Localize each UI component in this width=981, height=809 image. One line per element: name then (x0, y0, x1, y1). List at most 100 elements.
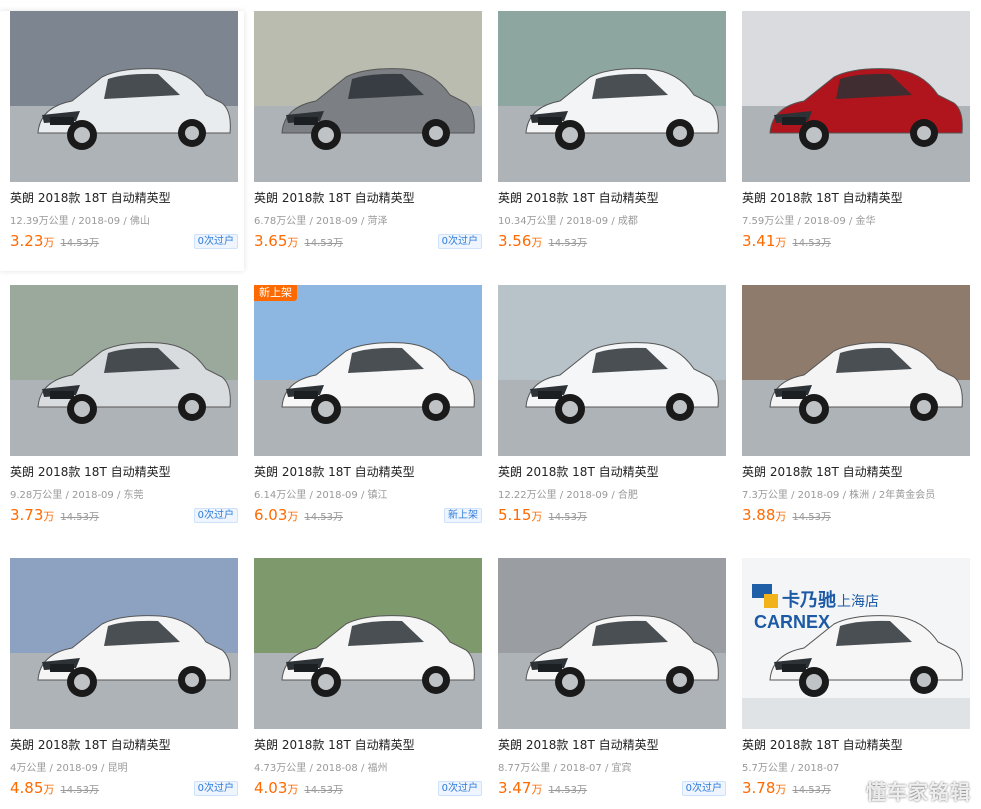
price-unit: 万 (43, 510, 55, 523)
original-price: 14.53万 (792, 785, 832, 796)
listing-title[interactable]: 英朗 2018款 18T 自动精英型 (10, 463, 238, 480)
listing-meta: 6.14万公里 / 2018-09 / 镇江 (254, 490, 388, 501)
price: 5.15 (498, 506, 532, 524)
listing-card[interactable]: 英朗 2018款 18T 自动精英型 10.34万公里 / 2018-09 / … (488, 11, 732, 261)
listing-meta: 4.73万公里 / 2018-08 / 福州 (254, 763, 388, 774)
listing-card[interactable]: 英朗 2018款 18T 自动精英型 4万公里 / 2018-09 / 昆明 4… (0, 558, 244, 808)
car-photo[interactable]: 卡乃驰 上海店 CARNEX (742, 558, 970, 729)
listing-title[interactable]: 英朗 2018款 18T 自动精英型 (10, 736, 238, 753)
price-row: 3.65万 14.53万 0次过户 (254, 231, 482, 251)
car-photo[interactable] (742, 285, 970, 456)
price-row: 3.88万 14.53万 (742, 505, 970, 525)
original-price: 14.53万 (792, 238, 832, 249)
listing-card[interactable]: 英朗 2018款 18T 自动精英型 9.28万公里 / 2018-09 / 东… (0, 285, 244, 535)
car-photo[interactable] (254, 11, 482, 182)
status-badge: 0次过户 (193, 781, 238, 796)
status-badge: 0次过户 (193, 508, 238, 523)
car-photo[interactable] (498, 11, 726, 182)
original-price: 14.53万 (304, 512, 344, 523)
listing-card[interactable]: 英朗 2018款 18T 自动精英型 7.3万公里 / 2018-09 / 株洲… (732, 285, 976, 535)
original-price: 14.53万 (304, 238, 344, 249)
listing-title[interactable]: 英朗 2018款 18T 自动精英型 (498, 736, 726, 753)
price-row: 6.03万 14.53万 新上架 (254, 505, 482, 525)
watermark: 懂车家铭辑 (866, 780, 971, 804)
price-row: 3.73万 14.53万 0次过户 (10, 505, 238, 525)
price-unit: 万 (531, 783, 543, 796)
listing-card[interactable]: 新上架 英朗 2018款 18T 自动精英型 6.14万公里 / 2018-09… (244, 285, 488, 535)
price: 6.03 (254, 506, 288, 524)
listing-meta: 10.34万公里 / 2018-09 / 成都 (498, 216, 638, 227)
price-unit: 万 (531, 510, 543, 523)
car-photo[interactable] (254, 558, 482, 729)
price-row: 3.56万 14.53万 (498, 231, 726, 251)
car-photo[interactable] (498, 285, 726, 456)
price-row: 4.03万 14.53万 0次过户 (254, 778, 482, 798)
price: 3.88 (742, 506, 776, 524)
original-price: 14.53万 (792, 512, 832, 523)
listing-title[interactable]: 英朗 2018款 18T 自动精英型 (254, 463, 482, 480)
listing-card[interactable]: 英朗 2018款 18T 自动精英型 8.77万公里 / 2018-07 / 宜… (488, 558, 732, 808)
status-badge: 新上架 (444, 508, 482, 523)
status-badge: 0次过户 (193, 234, 238, 249)
listing-card[interactable]: 英朗 2018款 18T 自动精英型 12.22万公里 / 2018-09 / … (488, 285, 732, 535)
original-price: 14.53万 (304, 785, 344, 796)
listing-card[interactable]: 英朗 2018款 18T 自动精英型 12.39万公里 / 2018-09 / … (0, 11, 244, 271)
car-photo[interactable] (498, 558, 726, 729)
price: 3.23 (10, 232, 44, 250)
car-photo[interactable] (742, 11, 970, 182)
listing-meta: 7.3万公里 / 2018-09 / 株洲 / 2年黄金会员 (742, 490, 936, 501)
price-unit: 万 (531, 236, 543, 249)
status-badge: 0次过户 (437, 234, 482, 249)
status-badge: 0次过户 (681, 781, 726, 796)
price: 3.65 (254, 232, 288, 250)
price: 3.78 (742, 779, 776, 797)
listing-title[interactable]: 英朗 2018款 18T 自动精英型 (742, 189, 970, 206)
listing-title[interactable]: 英朗 2018款 18T 自动精英型 (10, 189, 238, 206)
listing-card[interactable]: 英朗 2018款 18T 自动精英型 7.59万公里 / 2018-09 / 金… (732, 11, 976, 261)
car-photo[interactable] (10, 558, 238, 729)
price: 3.56 (498, 232, 532, 250)
listing-card[interactable]: 卡乃驰 上海店 CARNEX 英朗 2018款 18T 自动精英型 5.7万公里… (732, 558, 976, 808)
listing-meta: 9.28万公里 / 2018-09 / 东莞 (10, 490, 144, 501)
car-photo[interactable] (10, 11, 238, 182)
price-unit: 万 (775, 783, 787, 796)
price-unit: 万 (287, 510, 299, 523)
price: 3.41 (742, 232, 776, 250)
price-unit: 万 (43, 236, 55, 249)
dealer-logo-cn: 卡乃驰 (782, 589, 836, 610)
dealer-store: 上海店 (837, 593, 879, 609)
price: 3.73 (10, 506, 44, 524)
listing-card[interactable]: 英朗 2018款 18T 自动精英型 4.73万公里 / 2018-08 / 福… (244, 558, 488, 808)
listing-title[interactable]: 英朗 2018款 18T 自动精英型 (498, 189, 726, 206)
price-unit: 万 (43, 783, 55, 796)
listing-meta: 12.22万公里 / 2018-09 / 合肥 (498, 490, 638, 501)
price: 3.47 (498, 779, 532, 797)
listing-title[interactable]: 英朗 2018款 18T 自动精英型 (498, 463, 726, 480)
original-price: 14.53万 (548, 238, 588, 249)
original-price: 14.53万 (60, 785, 100, 796)
listing-title[interactable]: 英朗 2018款 18T 自动精英型 (742, 463, 970, 480)
original-price: 14.53万 (60, 512, 100, 523)
listing-card[interactable]: 英朗 2018款 18T 自动精英型 6.78万公里 / 2018-09 / 菏… (244, 11, 488, 261)
price-row: 3.23万 14.53万 0次过户 (10, 231, 238, 251)
car-photo[interactable]: 新上架 (254, 285, 482, 456)
price-row: 3.41万 14.53万 (742, 231, 970, 251)
listing-grid: 英朗 2018款 18T 自动精英型 12.39万公里 / 2018-09 / … (0, 0, 981, 809)
status-badge: 0次过户 (437, 781, 482, 796)
listing-meta: 8.77万公里 / 2018-07 / 宜宾 (498, 763, 632, 774)
dealer-logo-en: CARNEX (754, 612, 830, 632)
listing-meta: 4万公里 / 2018-09 / 昆明 (10, 763, 128, 774)
price: 4.85 (10, 779, 44, 797)
listing-title[interactable]: 英朗 2018款 18T 自动精英型 (742, 736, 970, 753)
price-row: 3.47万 14.53万 0次过户 (498, 778, 726, 798)
price-unit: 万 (775, 510, 787, 523)
listing-meta: 12.39万公里 / 2018-09 / 佛山 (10, 216, 150, 227)
price-row: 5.15万 14.53万 (498, 505, 726, 525)
original-price: 14.53万 (548, 785, 588, 796)
listing-title[interactable]: 英朗 2018款 18T 自动精英型 (254, 736, 482, 753)
listing-meta: 7.59万公里 / 2018-09 / 金华 (742, 216, 876, 227)
listing-meta: 6.78万公里 / 2018-09 / 菏泽 (254, 216, 388, 227)
car-photo[interactable] (10, 285, 238, 456)
price-unit: 万 (287, 783, 299, 796)
listing-title[interactable]: 英朗 2018款 18T 自动精英型 (254, 189, 482, 206)
